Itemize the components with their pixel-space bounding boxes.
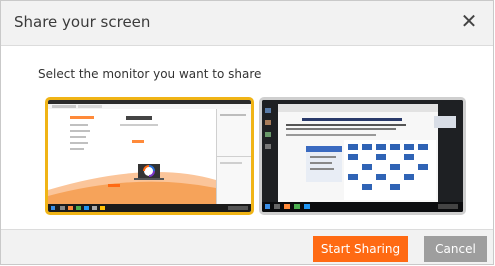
monitor-1-thumbnail[interactable]: [45, 97, 254, 215]
monitor-2-screen-preview: [262, 100, 463, 212]
dialog-header: Share your screen ✕: [1, 1, 493, 46]
start-sharing-button[interactable]: Start Sharing: [313, 236, 408, 262]
monitor-2-thumbnail[interactable]: [259, 97, 466, 215]
share-screen-dialog: Share your screen ✕ Select the monitor y…: [0, 0, 494, 265]
cancel-button[interactable]: Cancel: [424, 236, 487, 262]
monitor-1-screen-preview: [48, 100, 251, 212]
select-monitor-prompt: Select the monitor you want to share: [38, 67, 262, 81]
close-icon[interactable]: ✕: [457, 9, 481, 33]
dialog-title: Share your screen: [14, 13, 151, 31]
dialog-footer: Start Sharing Cancel: [1, 229, 493, 264]
